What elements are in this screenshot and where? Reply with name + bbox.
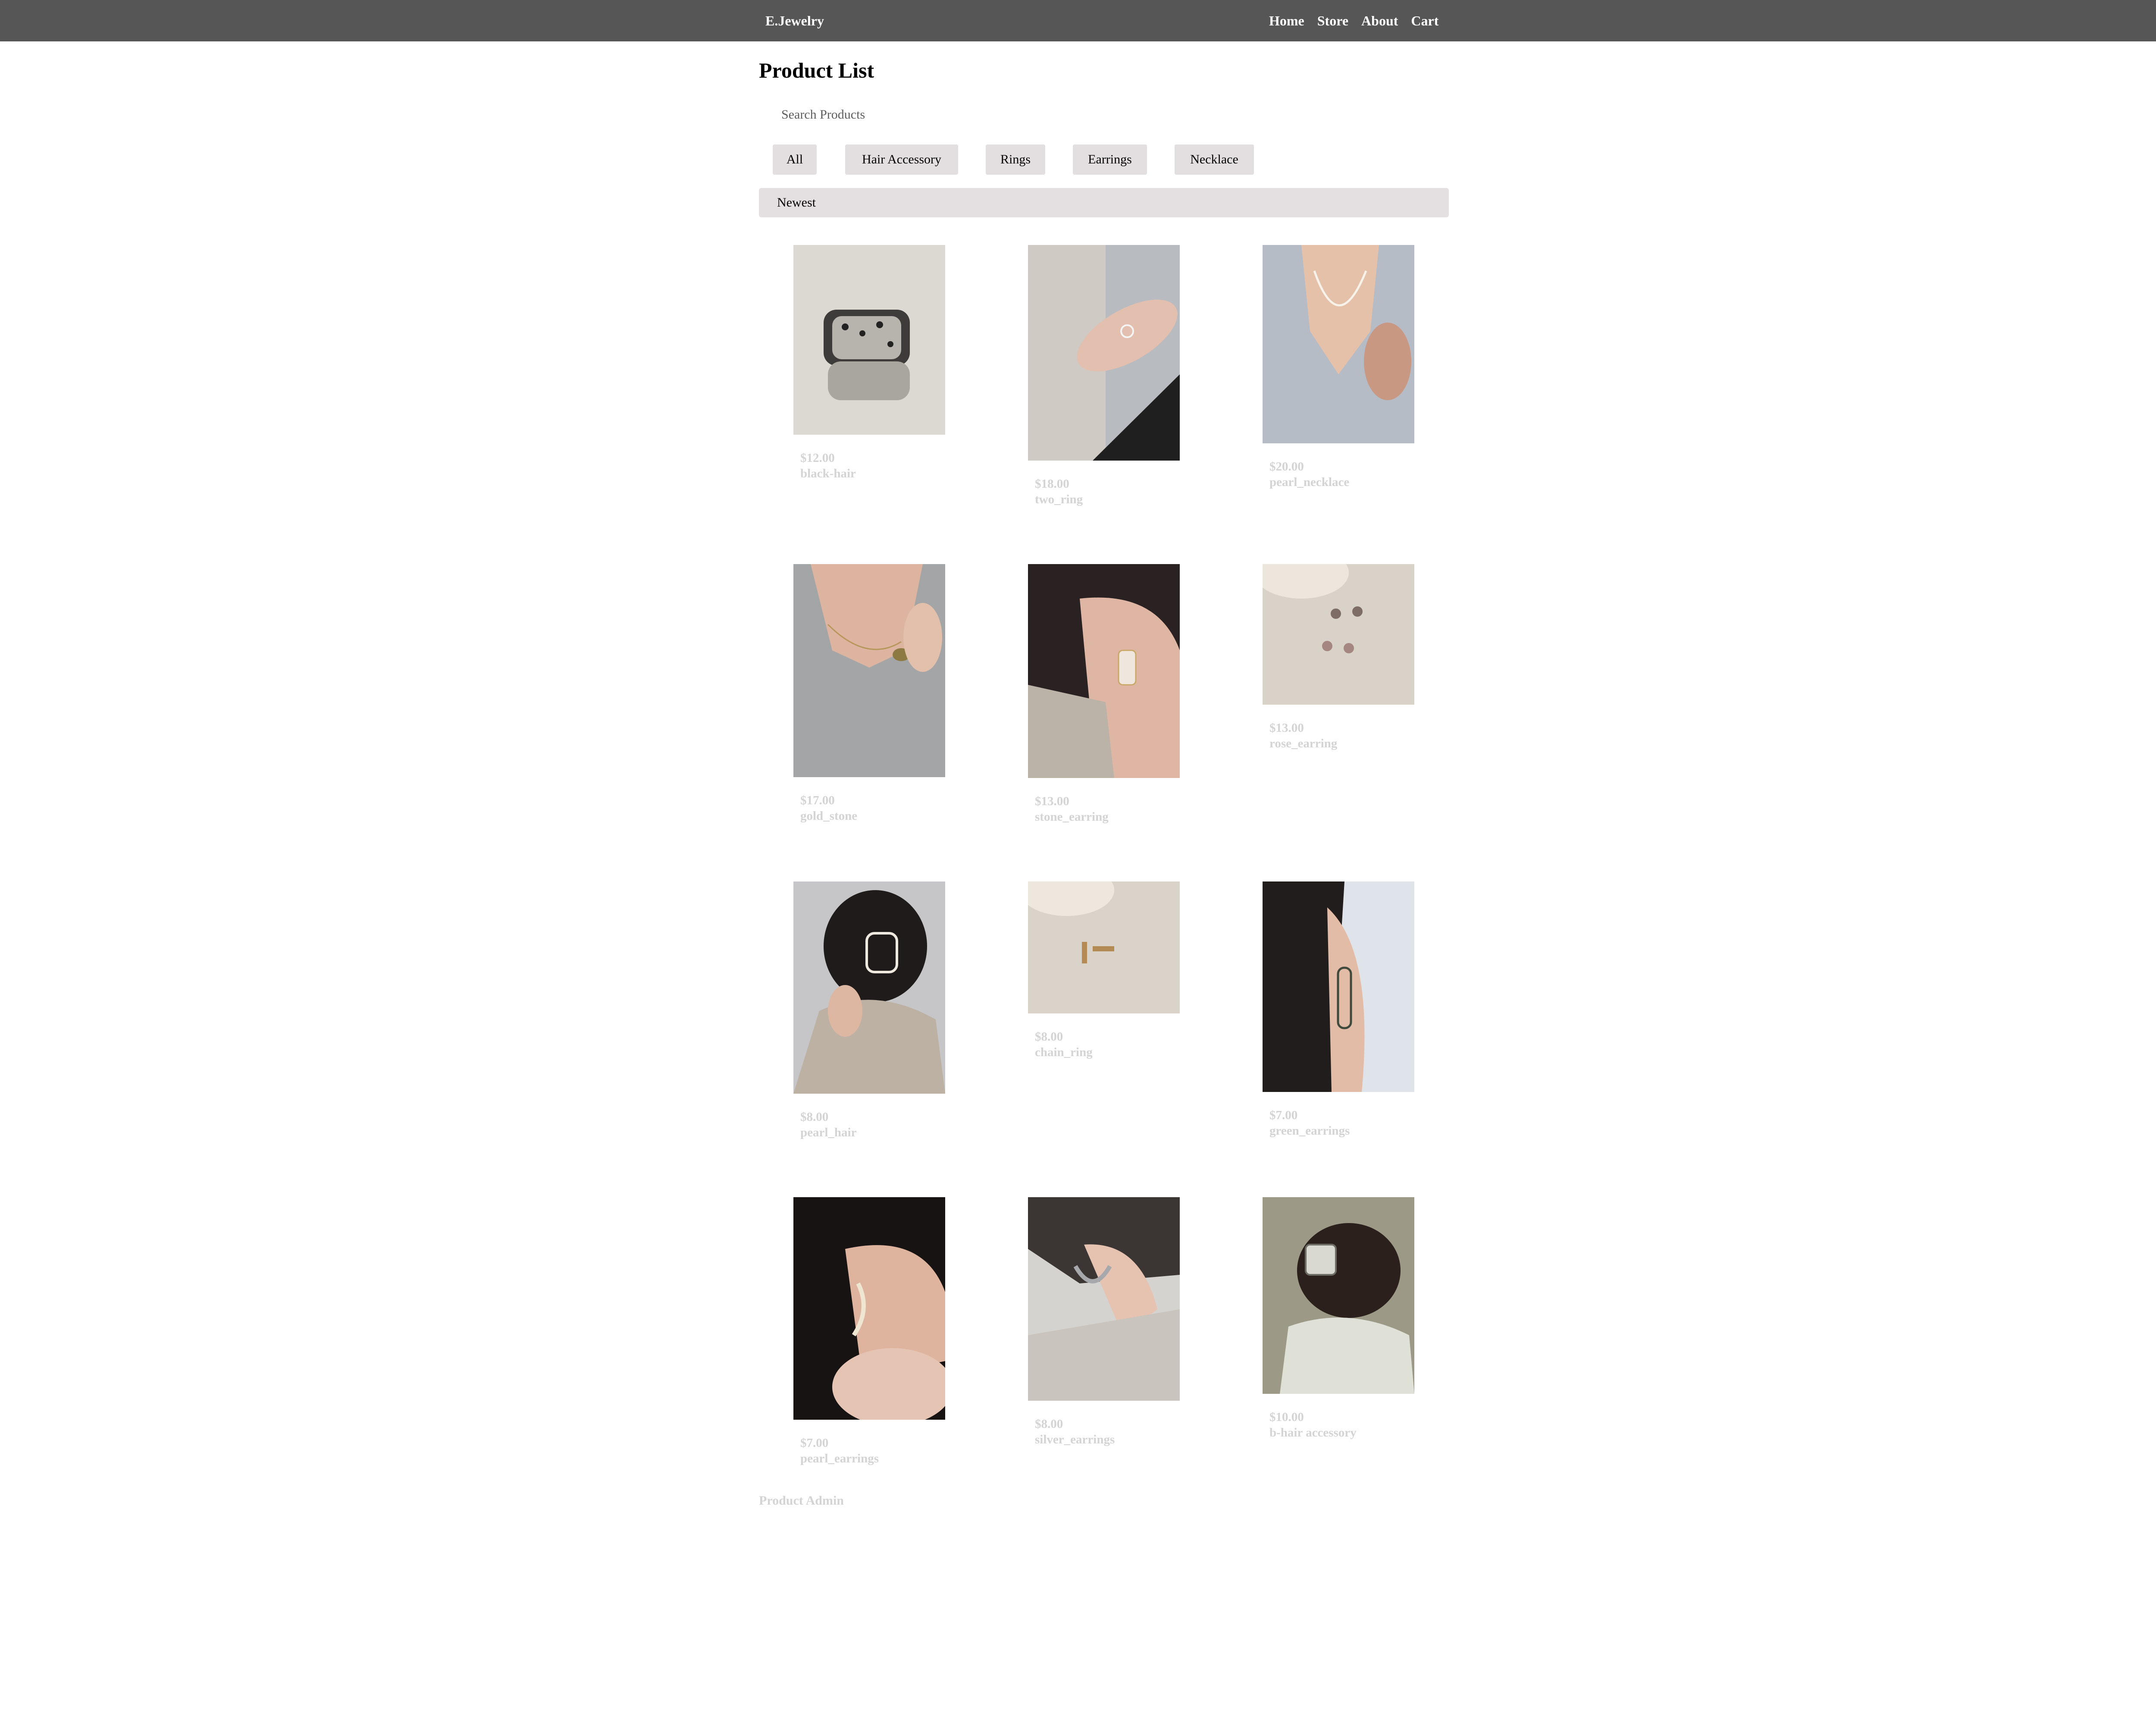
filter-rings-button[interactable]: Rings xyxy=(986,144,1045,175)
product-card[interactable]: $10.00 b-hair accessory xyxy=(1263,1197,1414,1440)
product-name: stone_earring xyxy=(1035,810,1109,824)
product-name: black-hair xyxy=(800,467,856,480)
product-name: green_earrings xyxy=(1269,1124,1350,1138)
category-filters: All Hair Accessory Rings Earrings Neckla… xyxy=(0,144,2156,176)
nav-link-cart[interactable]: Cart xyxy=(1411,13,1438,28)
product-admin-link[interactable]: Product Admin xyxy=(759,1493,844,1509)
product-card[interactable]: $18.00 two_ring xyxy=(1028,245,1180,507)
product-card[interactable]: $8.00 pearl_hair xyxy=(793,881,945,1140)
product-name: two_ring xyxy=(1035,492,1083,506)
product-price: $7.00 xyxy=(800,1436,829,1450)
sort-dropdown[interactable]: Newest xyxy=(759,188,1449,217)
product-price: $8.00 xyxy=(800,1110,829,1124)
page-title: Product List xyxy=(759,58,874,82)
filter-hair-accessory-button[interactable]: Hair Accessory xyxy=(845,144,958,175)
product-card[interactable]: $8.00 chain_ring xyxy=(1028,881,1180,1060)
search-input[interactable] xyxy=(759,104,1018,126)
product-image xyxy=(1028,881,1180,1013)
product-image xyxy=(1263,245,1414,443)
product-image xyxy=(1028,245,1180,461)
product-name: b-hair accessory xyxy=(1269,1426,1357,1440)
product-image xyxy=(793,1197,945,1420)
product-name: gold_stone xyxy=(800,809,858,823)
nav-links: Home Store About Cart xyxy=(1269,13,1438,28)
product-name: chain_ring xyxy=(1035,1045,1093,1059)
product-image xyxy=(1028,564,1180,778)
brand-logo[interactable]: E.Jewelry xyxy=(765,13,824,28)
product-card[interactable]: $12.00 black-hair xyxy=(793,245,945,481)
product-image xyxy=(1263,564,1414,705)
product-card[interactable]: $7.00 green_earrings xyxy=(1263,881,1414,1139)
nav-link-store[interactable]: Store xyxy=(1317,13,1348,28)
nav-link-home[interactable]: Home xyxy=(1269,13,1304,28)
filter-all-button[interactable]: All xyxy=(773,144,817,175)
product-price: $12.00 xyxy=(800,451,835,465)
product-image xyxy=(1263,1197,1414,1394)
product-card[interactable]: $8.00 silver_earrings xyxy=(1028,1197,1180,1447)
product-card[interactable]: $20.00 pearl_necklace xyxy=(1263,245,1414,490)
product-card[interactable]: $17.00 gold_stone xyxy=(793,564,945,824)
product-name: pearl_hair xyxy=(800,1126,857,1139)
product-image xyxy=(1028,1197,1180,1401)
product-name: pearl_earrings xyxy=(800,1452,879,1465)
product-name: silver_earrings xyxy=(1035,1433,1115,1446)
product-image xyxy=(793,881,945,1094)
nav-link-about[interactable]: About xyxy=(1361,13,1398,28)
product-image xyxy=(1263,881,1414,1092)
product-card[interactable]: $13.00 stone_earring xyxy=(1028,564,1180,825)
product-price: $8.00 xyxy=(1035,1417,1063,1431)
product-price: $18.00 xyxy=(1035,477,1069,491)
navbar: E.Jewelry Home Store About Cart xyxy=(0,0,2156,41)
product-price: $20.00 xyxy=(1269,460,1304,474)
product-price: $13.00 xyxy=(1035,794,1069,808)
filter-necklace-button[interactable]: Necklace xyxy=(1175,144,1254,175)
product-price: $10.00 xyxy=(1269,1410,1304,1424)
product-card[interactable]: $13.00 rose_earring xyxy=(1263,564,1414,751)
product-price: $7.00 xyxy=(1269,1108,1298,1122)
product-price: $17.00 xyxy=(800,794,835,807)
filter-earrings-button[interactable]: Earrings xyxy=(1073,144,1147,175)
product-price: $8.00 xyxy=(1035,1030,1063,1044)
product-image xyxy=(793,245,945,435)
product-image xyxy=(793,564,945,777)
product-price: $13.00 xyxy=(1269,721,1304,735)
product-name: rose_earring xyxy=(1269,737,1338,750)
product-name: pearl_necklace xyxy=(1269,475,1350,489)
product-card[interactable]: $7.00 pearl_earrings xyxy=(793,1197,945,1466)
